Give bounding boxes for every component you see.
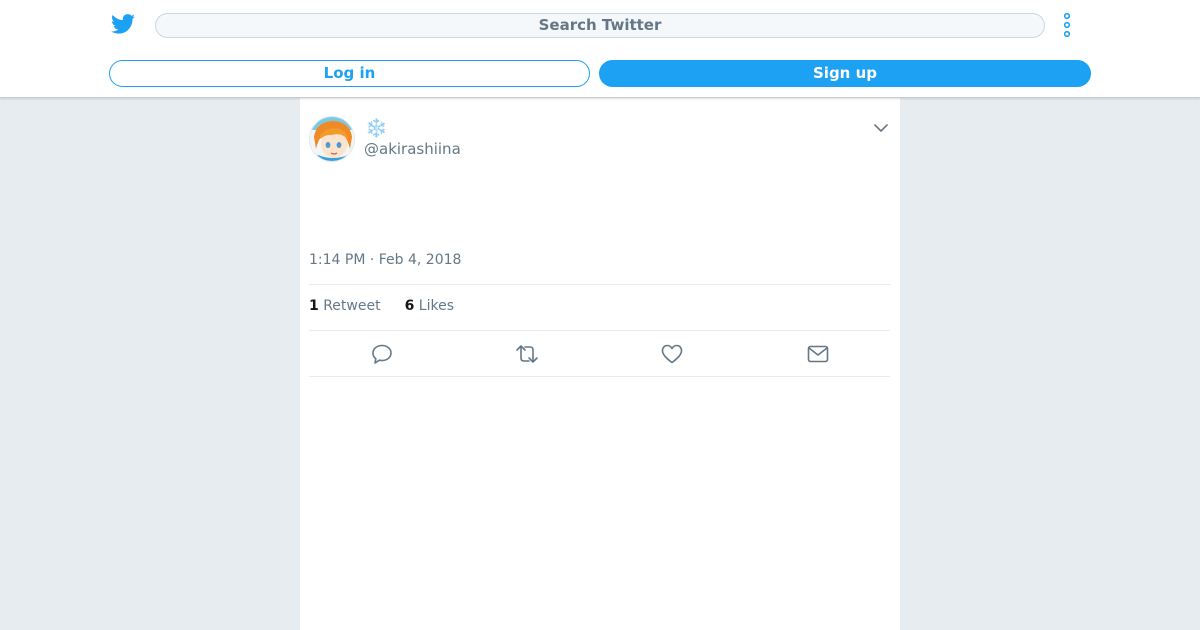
display-name[interactable]: ❄️: [365, 118, 387, 140]
divider: [309, 376, 890, 377]
divider: [309, 330, 890, 331]
more-vertical-icon[interactable]: [1061, 12, 1073, 38]
twitter-bird-icon[interactable]: [111, 13, 135, 35]
search-input[interactable]: Search Twitter: [155, 13, 1045, 38]
message-icon[interactable]: [806, 342, 830, 366]
top-navigation-bar: Search Twitter Log in Sign up: [0, 0, 1200, 98]
retweet-stat[interactable]: 1 Retweet: [309, 296, 381, 316]
divider: [309, 284, 890, 285]
likes-count: 6: [404, 298, 415, 314]
log-in-button[interactable]: Log in: [109, 60, 590, 87]
retweet-label: Retweet: [323, 298, 381, 314]
tweet-timestamp[interactable]: 1:14 PM · Feb 4, 2018: [309, 250, 461, 270]
user-handle[interactable]: @akirashiina: [364, 139, 461, 159]
tweet-stats: 1 Retweet 6 Likes: [309, 296, 454, 316]
sign-up-button[interactable]: Sign up: [599, 60, 1091, 87]
likes-stat[interactable]: 6 Likes: [405, 296, 454, 316]
chevron-down-icon[interactable]: [873, 122, 889, 134]
like-icon[interactable]: [660, 342, 684, 366]
likes-label: Likes: [418, 298, 454, 314]
tweet-card: ❄️ @akirashiina 1:14 PM · Feb 4, 2018 1 …: [300, 98, 900, 630]
user-avatar[interactable]: [309, 116, 355, 162]
reply-icon[interactable]: [370, 342, 394, 366]
retweet-count: 1: [309, 298, 319, 314]
retweet-icon[interactable]: [515, 342, 539, 366]
